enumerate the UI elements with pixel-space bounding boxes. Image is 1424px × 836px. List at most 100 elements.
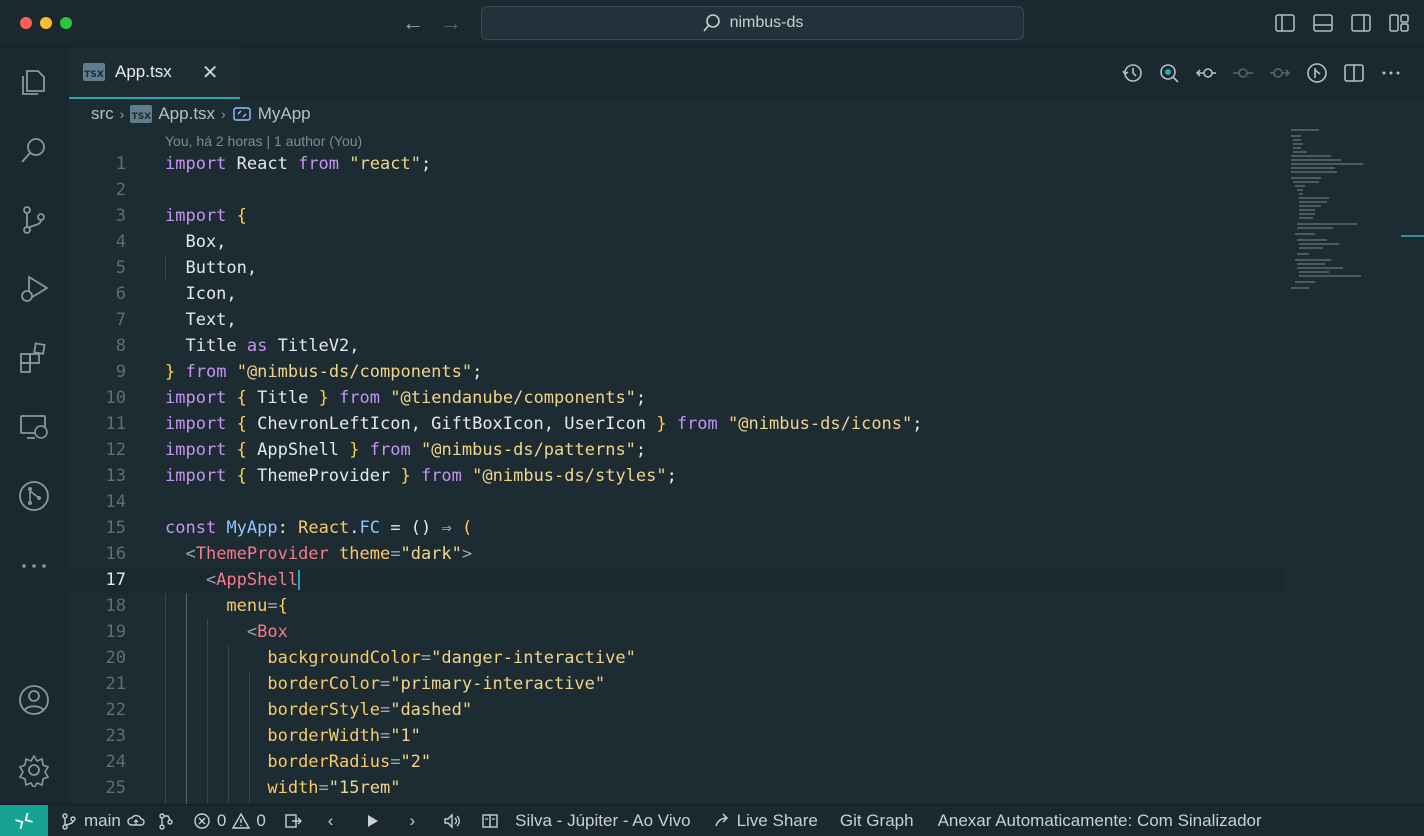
volume-icon[interactable] <box>443 812 461 830</box>
line-number: 9 <box>115 362 126 382</box>
line-number: 20 <box>105 648 126 668</box>
code-line: 13 import { ThemeProvider } from "@nimbus… <box>69 463 1284 489</box>
line-number: 8 <box>115 336 126 356</box>
now-playing[interactable]: Silva - Júpiter - Ao Vivo <box>515 811 690 831</box>
code-line: 15 const MyApp: React.FC = () ⇒ ( <box>69 515 1284 541</box>
line-number: 24 <box>105 752 126 772</box>
code-line: 23 borderWidth="1" <box>69 723 1284 749</box>
code-line: 16 <ThemeProvider theme="dark"> <box>69 541 1284 567</box>
code-line: 14 <box>69 489 1284 515</box>
git-lens-icon[interactable] <box>1306 62 1328 84</box>
toggle-panel-icon[interactable] <box>1312 12 1334 34</box>
minimize-window-button[interactable] <box>40 17 52 29</box>
tab-bar: TSX App.tsx ✕ <box>69 47 1424 99</box>
code-line: 5 Button, <box>69 255 1284 281</box>
live-share-label: Live Share <box>736 810 818 830</box>
warning-icon <box>232 812 251 829</box>
scrollbar-position-marker <box>1401 235 1424 237</box>
timeline-history-icon[interactable] <box>1121 62 1143 84</box>
code-line: 8 Title as TitleV2, <box>69 333 1284 359</box>
tsx-file-icon: TSX <box>130 105 153 123</box>
search-icon[interactable] <box>16 132 52 168</box>
minimap[interactable] <box>1289 127 1379 297</box>
next-track-icon[interactable]: › <box>409 811 415 831</box>
commit-icon[interactable] <box>1232 62 1254 84</box>
go-forward-change-icon[interactable] <box>1269 62 1291 84</box>
split-editor-icon[interactable] <box>1343 62 1365 84</box>
auto-attach-status[interactable]: Anexar Automaticamente: Com Sinalizador <box>938 811 1262 831</box>
code-line: 9} from "@nimbus-ds/components"; <box>69 359 1284 385</box>
code-line: 18 menu={ <box>69 593 1284 619</box>
error-icon <box>194 812 210 829</box>
toggle-primary-sidebar-icon[interactable] <box>1274 12 1296 34</box>
branch-indicator[interactable]: main <box>60 811 145 831</box>
code-line: 4 Box, <box>69 229 1284 255</box>
settings-gear-icon[interactable] <box>16 752 52 788</box>
run-debug-icon[interactable] <box>16 271 52 307</box>
breadcrumb-folder[interactable]: src <box>91 104 114 124</box>
command-center[interactable]: nimbus-ds <box>481 6 1024 40</box>
lyrics-icon[interactable] <box>481 812 499 830</box>
line-number: 1 <box>115 154 126 174</box>
more-actions-icon[interactable] <box>1380 62 1402 84</box>
problems-indicator[interactable]: 0 0 <box>193 811 266 831</box>
branch-name: main <box>84 810 121 830</box>
code-line: 7 Text, <box>69 307 1284 333</box>
close-icon[interactable]: ✕ <box>202 60 219 85</box>
git-graph-status[interactable] <box>157 812 175 830</box>
breadcrumb-symbol[interactable]: MyApp <box>258 104 311 124</box>
code-line: 3 import { <box>69 203 1284 229</box>
zoom-window-button[interactable] <box>60 17 72 29</box>
code-line: 12 import { AppShell } from "@nimbus-ds/p… <box>69 437 1284 463</box>
breadcrumb-file[interactable]: App.tsx <box>158 104 215 124</box>
line-number: 6 <box>115 284 126 304</box>
toggle-secondary-sidebar-icon[interactable] <box>1350 12 1372 34</box>
line-number: 12 <box>105 440 126 460</box>
source-control-icon[interactable] <box>16 202 52 238</box>
port-forward-icon[interactable] <box>284 812 302 830</box>
previous-track-icon[interactable]: ‹ <box>328 811 334 831</box>
line-number: 17 <box>105 570 126 590</box>
open-preview-icon[interactable] <box>1158 62 1180 84</box>
git-graph-button[interactable]: Git Graph <box>840 811 914 831</box>
more-icon[interactable] <box>16 548 52 584</box>
go-back-change-icon[interactable] <box>1195 62 1217 84</box>
code-line: 1 import React from "react"; <box>69 151 1284 177</box>
forward-arrow-icon[interactable]: → <box>440 11 462 35</box>
tab-label: App.tsx <box>115 62 172 81</box>
line-number: 13 <box>105 466 126 486</box>
line-number: 5 <box>115 258 126 278</box>
line-number: 3 <box>115 206 126 226</box>
editor-area: TSX App.tsx ✕ src › TSX App.tsx › MyApp … <box>69 47 1424 804</box>
breadcrumb: src › TSX App.tsx › MyApp <box>91 104 311 124</box>
line-number: 21 <box>105 674 126 694</box>
code-line: 2 <box>69 177 1284 203</box>
git-graph-icon[interactable] <box>16 478 52 514</box>
live-share-button[interactable]: Live Share <box>713 811 818 831</box>
account-icon[interactable] <box>16 682 52 718</box>
chevron-right-icon: › <box>221 106 226 122</box>
tab-app-tsx[interactable]: TSX App.tsx ✕ <box>69 47 240 99</box>
chevron-right-icon: › <box>119 106 125 122</box>
explorer-icon[interactable] <box>16 64 52 100</box>
error-count: 0 <box>216 810 227 830</box>
remote-explorer-icon[interactable] <box>16 409 52 445</box>
symbol-variable-icon <box>233 107 251 121</box>
back-arrow-icon[interactable]: ← <box>402 11 424 35</box>
remote-indicator-icon[interactable] <box>0 804 48 836</box>
line-number: 7 <box>115 310 126 330</box>
play-icon[interactable] <box>363 812 381 830</box>
cloud-sync-icon[interactable] <box>127 812 145 830</box>
line-number: 10 <box>105 388 126 408</box>
source-control-graph-icon <box>159 812 173 830</box>
customize-layout-icon[interactable] <box>1388 12 1410 34</box>
code-line: 25 width="15rem" <box>69 775 1284 801</box>
line-number: 4 <box>115 232 126 252</box>
code-line: 19 <Box <box>69 619 1284 645</box>
line-number: 22 <box>105 700 126 720</box>
extensions-icon[interactable] <box>16 339 52 375</box>
git-blame-annotation[interactable]: You, há 2 horas | 1 author (You) <box>165 133 362 149</box>
line-number: 16 <box>105 544 126 564</box>
live-share-icon <box>714 812 728 826</box>
close-window-button[interactable] <box>20 17 32 29</box>
